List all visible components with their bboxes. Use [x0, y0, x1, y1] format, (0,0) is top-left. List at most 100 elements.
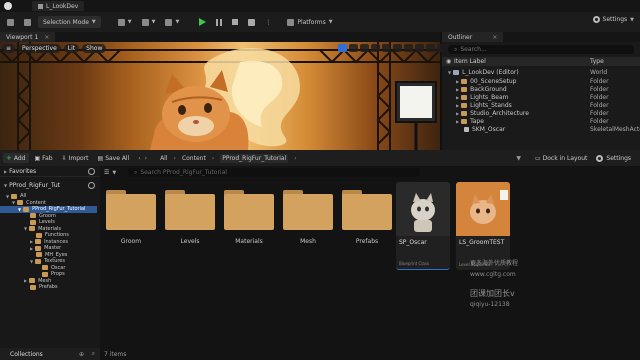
asset-view: ☰ ▼ ⌕ Search PProd_RigFur_Tutorial Groom…: [100, 166, 640, 360]
folder-tile-levels[interactable]: [165, 190, 215, 230]
search-icon[interactable]: [88, 168, 95, 175]
column-type[interactable]: Type: [590, 58, 604, 65]
selection-mode-dropdown[interactable]: Selection Mode ▼: [38, 16, 101, 28]
main-toolbar: Selection Mode ▼ ▼ ▼ ▼ ⋮ Platforms ▼ Set…: [0, 12, 640, 32]
eject-icon[interactable]: [245, 16, 258, 28]
asset-card-sp-oscar[interactable]: SP_Oscar Blueprint Class: [396, 182, 450, 270]
platforms-label: Platforms: [297, 18, 326, 26]
unreal-logo-icon[interactable]: [4, 2, 12, 10]
tab-viewport[interactable]: Viewport 1 ×: [0, 32, 56, 42]
outliner-row[interactable]: SKM_Oscar SkeletalMeshActor: [442, 125, 640, 133]
close-icon[interactable]: ×: [44, 34, 49, 41]
outliner-header: ◉ Item Label Type: [442, 57, 640, 66]
folder-tile-mesh[interactable]: [283, 190, 333, 230]
viewport-menu-button[interactable]: ≡: [2, 44, 16, 53]
add-collection-icon[interactable]: ⊕: [79, 351, 84, 358]
folder-tile-prefabs[interactable]: [342, 190, 392, 230]
folder-tile-groom[interactable]: [106, 190, 156, 230]
perspective-button[interactable]: Perspective: [18, 44, 61, 53]
level-tab[interactable]: L_LookDev: [32, 1, 85, 11]
snap-scale-icon[interactable]: [415, 44, 424, 52]
toolbar-settings-button[interactable]: Settings ▼: [592, 16, 634, 23]
search-icon[interactable]: ⌕: [92, 350, 95, 358]
collections-header[interactable]: Collections ⊕ ⌕: [0, 348, 100, 360]
favorites-header[interactable]: ▶ Favorites: [0, 166, 100, 177]
platforms-button[interactable]: Platforms ▼: [284, 16, 335, 28]
viewport-scene[interactable]: [0, 42, 440, 150]
scale-tool-icon[interactable]: [371, 44, 380, 52]
outliner-row[interactable]: ▼ L_LookDev (Editor) World: [442, 68, 640, 76]
tree-label: Materials: [38, 225, 61, 232]
import-button[interactable]: ⇩ Import: [59, 153, 92, 163]
asset-card-ls-groomtest[interactable]: LS_GroomTEST Level Sequence: [456, 182, 510, 270]
column-item-label[interactable]: Item Label: [454, 58, 486, 65]
search-icon[interactable]: [88, 182, 95, 189]
breadcrumb-current[interactable]: PProd_RigFur_Tutorial: [220, 153, 289, 163]
outliner-row-label: L_LookDev (Editor): [462, 68, 519, 76]
filter-button[interactable]: ☰ ▼: [104, 169, 116, 176]
outliner-row[interactable]: ▶ Lights_Stands Folder: [442, 101, 640, 109]
asset-name: SP_Oscar: [399, 239, 427, 246]
outliner-row-label: Lights_Stands: [470, 101, 512, 109]
pause-icon[interactable]: [213, 16, 225, 28]
visibility-icon[interactable]: ◉: [446, 58, 451, 65]
select-tool-icon[interactable]: [338, 44, 347, 52]
outliner-search-input[interactable]: ⌕ Search...: [448, 45, 634, 54]
outliner-row[interactable]: ▶ Studio_Architecture Folder: [442, 109, 640, 117]
breadcrumb-all[interactable]: All: [160, 155, 167, 162]
add-actor-icon[interactable]: ▼: [115, 16, 135, 28]
lit-button[interactable]: Lit: [63, 44, 80, 53]
outliner-row[interactable]: ▶ Lights_Beam Folder: [442, 93, 640, 101]
rotate-tool-icon[interactable]: [360, 44, 369, 52]
folder-label: Materials: [235, 238, 263, 245]
fab-icon: ▣: [34, 154, 41, 162]
stop-icon[interactable]: [229, 16, 241, 28]
folder-icon: [42, 271, 48, 277]
back-icon[interactable]: ‹: [138, 155, 140, 162]
move-tool-icon[interactable]: [349, 44, 358, 52]
breadcrumb-content[interactable]: Content: [182, 155, 206, 162]
world-local-icon[interactable]: [382, 44, 391, 52]
asset-search-input[interactable]: ⌕ Search PProd_RigFur_Tutorial: [128, 168, 420, 177]
fab-button[interactable]: ▣ Fab: [32, 153, 56, 163]
forward-icon[interactable]: ›: [145, 155, 147, 162]
more-options-icon[interactable]: ⋮: [262, 16, 274, 28]
close-icon[interactable]: ×: [492, 34, 497, 41]
show-button[interactable]: Show: [82, 44, 107, 53]
snap-angle-icon[interactable]: [404, 44, 413, 52]
cinematics-icon[interactable]: ▼: [162, 16, 182, 28]
settings-label: Settings: [602, 16, 628, 23]
outliner-row[interactable]: ▶ Tape Folder: [442, 117, 640, 125]
folder-icon: [35, 245, 42, 251]
level-icon: [38, 3, 43, 9]
folder-label: Prefabs: [355, 238, 379, 245]
tree-item-prefabs[interactable]: Prefabs: [30, 284, 58, 291]
dock-label: Dock in Layout: [542, 154, 588, 162]
filter-icon: ☰: [104, 169, 110, 176]
folder-icon: [461, 86, 468, 92]
project-header[interactable]: ▼ PProd_RigFur_Tut: [0, 180, 100, 191]
chevron-down-icon: ▼: [91, 19, 96, 25]
blueprint-icon[interactable]: ▼: [139, 16, 159, 28]
tree-label: MH_Eyes: [45, 251, 68, 258]
tab-outliner[interactable]: Outliner ×: [442, 32, 504, 42]
snap-grid-icon[interactable]: [393, 44, 402, 52]
save-all-button[interactable]: ▤ Save All: [95, 153, 133, 163]
content-browser-settings-button[interactable]: Settings: [593, 153, 634, 163]
play-icon[interactable]: [196, 16, 209, 28]
add-button[interactable]: + Add: [3, 153, 29, 163]
content-icon[interactable]: [21, 16, 34, 28]
camera-speed-icon[interactable]: [426, 44, 435, 52]
level-tab-label: L_LookDev: [46, 2, 79, 10]
outliner-row[interactable]: ▶ BackGround Folder: [442, 85, 640, 93]
breadcrumb: All › Content › PProd_RigFur_Tutorial ›: [157, 153, 300, 163]
folder-tile-materials[interactable]: [224, 190, 274, 230]
history-dropdown-icon[interactable]: ▼: [516, 155, 521, 162]
chevron-down-icon: ▼: [112, 169, 117, 176]
menu-bar: L_LookDev: [0, 0, 640, 12]
folder-icon: [23, 206, 30, 212]
import-icon: ⇩: [61, 154, 67, 162]
save-icon[interactable]: [4, 16, 17, 28]
dock-in-layout-button[interactable]: ▭ Dock in Layout: [532, 153, 590, 163]
outliner-row[interactable]: ▶ 00_SceneSetup Folder: [442, 77, 640, 85]
